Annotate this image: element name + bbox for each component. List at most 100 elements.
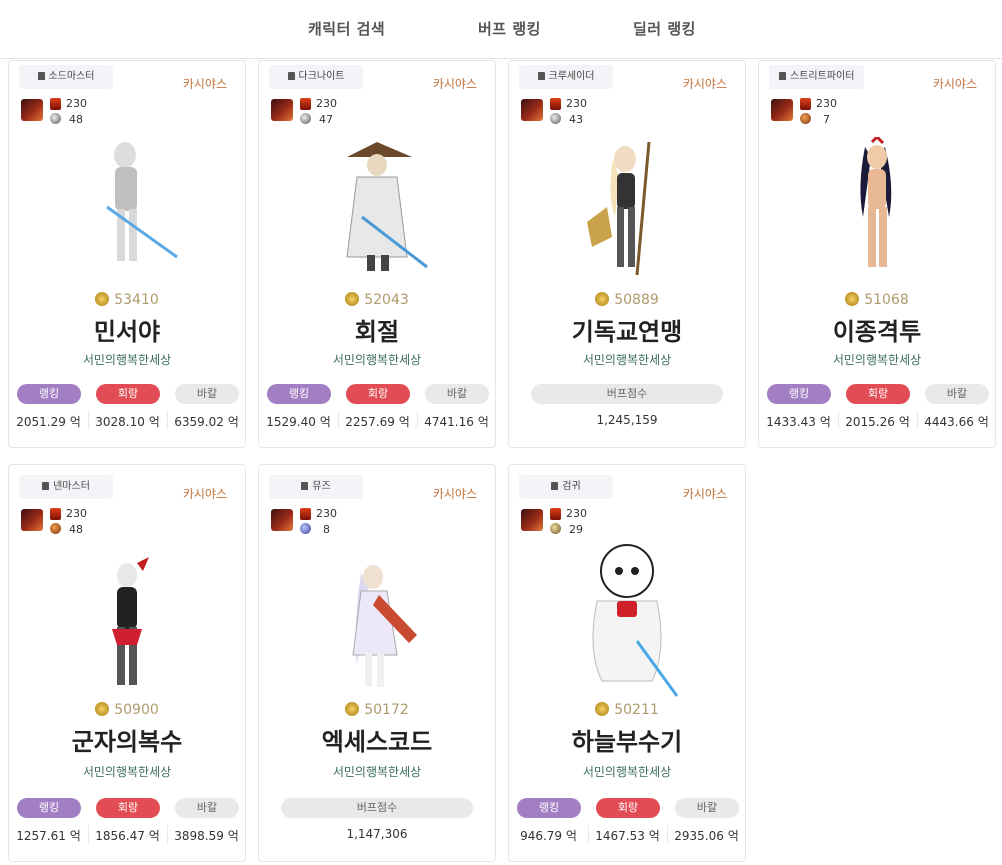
buff-score-label[interactable]: 버프점수 xyxy=(281,798,473,818)
job-label: 소드마스터 xyxy=(48,71,95,82)
server-name: 카시야스 xyxy=(432,77,477,91)
character-card[interactable]: 스트리트파이터 카시야스 230 7 51068 이종격투 서민의행복한세상 랭… xyxy=(758,60,996,448)
medal-icon xyxy=(345,702,360,716)
sub-value: 43 xyxy=(569,113,583,126)
hwarang-button[interactable]: 회랑 xyxy=(596,798,660,818)
medal-icon xyxy=(595,292,610,306)
divider xyxy=(417,411,418,429)
bakal-damage: 2935.06 억 xyxy=(674,829,739,843)
bakal-button[interactable]: 바칼 xyxy=(425,384,489,404)
job-icon xyxy=(37,72,45,80)
nav-dealer-ranking[interactable]: 딜러 랭킹 xyxy=(633,18,696,39)
level-value: 230 xyxy=(566,97,587,110)
avatar-icon xyxy=(521,509,543,531)
bakal-button[interactable]: 바칼 xyxy=(175,384,239,404)
medal-icon xyxy=(845,292,860,306)
job-label: 다크나이트 xyxy=(298,71,345,82)
hwarang-damage: 1856.47 억 xyxy=(95,829,160,843)
rank-button[interactable]: 랭킹 xyxy=(17,798,81,818)
job-label: 뮤즈 xyxy=(312,481,331,492)
rank-damage: 1433.43 억 xyxy=(766,415,831,429)
hwarang-button[interactable]: 회랑 xyxy=(96,798,160,818)
bakal-button[interactable]: 바칼 xyxy=(925,384,989,404)
character-sprite xyxy=(112,557,149,685)
character-name[interactable]: 하늘부수기 xyxy=(509,722,745,757)
job-label: 스트리트파이터 xyxy=(790,71,855,82)
server-name: 카시야스 xyxy=(182,77,227,91)
medal-icon xyxy=(95,292,110,306)
avatar-icon xyxy=(21,509,43,531)
bakal-button[interactable]: 바칼 xyxy=(175,798,239,818)
rank-damage: 1529.40 억 xyxy=(266,415,331,429)
divider xyxy=(167,825,168,843)
medal-icon xyxy=(595,702,610,716)
hwarang-damage: 1467.53 억 xyxy=(595,829,660,843)
job-icon xyxy=(287,72,295,80)
divider xyxy=(88,825,89,843)
character-name[interactable]: 군자의복수 xyxy=(9,722,245,757)
avatar-icon xyxy=(21,99,43,121)
guild-name: 서민의행복한세상 xyxy=(582,765,672,779)
job-icon xyxy=(779,72,786,80)
character-card[interactable]: 소드마스터 카시야스 230 48 53410 민서야 서민의행복한세상 랭킹 … xyxy=(8,60,246,448)
character-sprite xyxy=(592,544,679,697)
level-icon xyxy=(300,508,311,520)
job-icon xyxy=(301,482,309,490)
bakal-damage: 6359.02 억 xyxy=(174,415,239,429)
nav-buff-ranking[interactable]: 버프 랭킹 xyxy=(478,18,541,39)
guild-name: 서민의행복한세상 xyxy=(582,353,672,367)
character-card[interactable]: 검귀 카시야스 230 29 50211 하늘부수기 서민의행복한세상 랭킹 회… xyxy=(508,464,746,862)
job-badge: 스트리트파이터 xyxy=(769,65,865,89)
server-name: 카시야스 xyxy=(682,77,727,91)
character-name[interactable]: 회절 xyxy=(259,312,495,347)
divider xyxy=(338,411,339,429)
rank-button[interactable]: 랭킹 xyxy=(767,384,831,404)
rank-button[interactable]: 랭킹 xyxy=(17,384,81,404)
level-value: 230 xyxy=(66,97,87,110)
bakal-button[interactable]: 바칼 xyxy=(675,798,739,818)
hwarang-damage: 3028.10 억 xyxy=(95,415,160,429)
rank-button[interactable]: 랭킹 xyxy=(267,384,331,404)
character-name[interactable]: 엑세스코드 xyxy=(259,722,495,757)
character-card[interactable]: 넨마스터 카시야스 230 48 50900 군자의복수 서민의행복한세상 랭킹… xyxy=(8,464,246,862)
character-sprite xyxy=(352,565,417,687)
guild-name: 서민의행복한세상 xyxy=(82,353,172,367)
nav-character-search[interactable]: 캐릭터 검색 xyxy=(308,18,385,39)
server-name: 카시야스 xyxy=(182,487,227,501)
character-name[interactable]: 민서야 xyxy=(9,312,245,347)
level-value: 230 xyxy=(66,507,87,520)
score: 52043 xyxy=(259,292,495,308)
character-card[interactable]: 뮤즈 카시야스 230 8 50172 엑세스코드 서민의행복한세상 버프점수 … xyxy=(258,464,496,862)
job-badge: 넨마스터 xyxy=(19,475,113,499)
guild-name: 서민의행복한세상 xyxy=(832,353,922,367)
rank-damage: 1257.61 억 xyxy=(16,829,81,843)
job-label: 크루세이더 xyxy=(548,71,595,82)
character-card[interactable]: 다크나이트 카시야스 230 47 52043 회절 서민의행복한세상 랭킹 회… xyxy=(258,60,496,448)
job-badge: 크루세이더 xyxy=(519,65,613,89)
score: 51068 xyxy=(759,292,995,308)
hwarang-button[interactable]: 회랑 xyxy=(846,384,910,404)
character-sprite xyxy=(587,141,651,276)
level-icon xyxy=(50,98,61,110)
rank-button[interactable]: 랭킹 xyxy=(517,798,581,818)
level-value: 230 xyxy=(566,507,587,520)
character-sprite xyxy=(106,142,178,261)
score: 53410 xyxy=(9,292,245,308)
creature-icon xyxy=(300,523,311,534)
level-icon xyxy=(300,98,311,110)
score: 50900 xyxy=(9,702,245,718)
character-name[interactable]: 기독교연맹 xyxy=(509,312,745,347)
character-card[interactable]: 크루세이더 카시야스 230 43 50889 기독교연맹 서민의행복한세상 버… xyxy=(508,60,746,448)
job-icon xyxy=(42,482,50,490)
divider xyxy=(588,825,589,843)
buff-score-label[interactable]: 버프점수 xyxy=(531,384,723,404)
server-name: 카시야스 xyxy=(432,487,477,501)
creature-icon xyxy=(800,113,811,124)
buff-score-value: 1,245,159 xyxy=(596,413,658,427)
hwarang-button[interactable]: 회랑 xyxy=(96,384,160,404)
sub-value: 29 xyxy=(569,523,583,536)
bakal-damage: 4741.16 억 xyxy=(424,415,489,429)
avatar-icon xyxy=(271,99,293,121)
hwarang-button[interactable]: 회랑 xyxy=(346,384,410,404)
character-name[interactable]: 이종격투 xyxy=(759,312,995,347)
